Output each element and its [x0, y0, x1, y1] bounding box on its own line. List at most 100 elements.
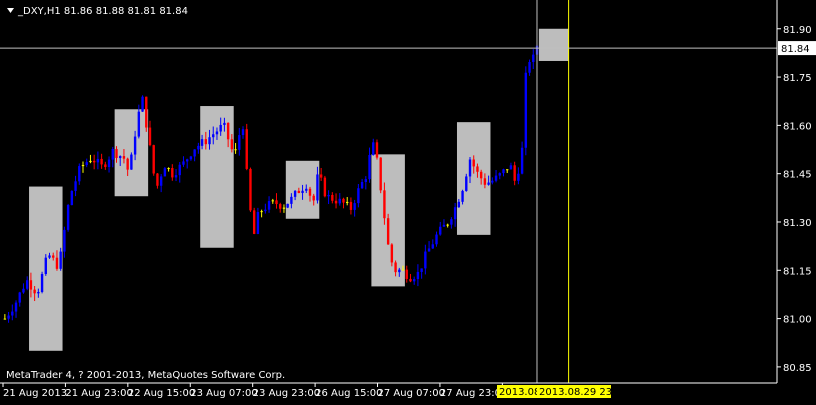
candle-body	[104, 164, 107, 168]
candle-body	[234, 149, 237, 151]
candle-body	[63, 229, 66, 252]
y-tick-label: 81.30	[783, 218, 812, 229]
candle-body	[312, 195, 315, 201]
candle-body	[487, 182, 490, 185]
candle-body	[159, 176, 163, 186]
candle-body	[308, 188, 312, 196]
candle-body	[297, 190, 301, 193]
candle-body	[316, 174, 319, 201]
candle-body	[476, 166, 479, 172]
candle-body	[442, 224, 446, 227]
candle-body	[513, 165, 516, 181]
candle-body	[461, 190, 464, 202]
candle-body	[520, 147, 524, 174]
candle-body	[171, 168, 174, 178]
candle-body	[141, 96, 144, 112]
x-tick-label: 26 Aug 15:00	[315, 388, 382, 399]
candle-body	[156, 173, 159, 186]
candle	[323, 175, 327, 198]
y-tick-label: 81.45	[783, 170, 812, 181]
candle-body	[532, 54, 535, 63]
candle-body	[293, 190, 297, 197]
current-price-label: 81.84	[781, 44, 810, 55]
candle-body	[37, 291, 40, 294]
candle-body	[394, 262, 397, 273]
candle-body	[215, 131, 219, 135]
candle-body	[267, 201, 271, 210]
candle	[66, 203, 70, 232]
x-tick-label: 21 Aug 2013	[3, 388, 67, 399]
candle-body	[305, 188, 308, 191]
candle-body	[74, 181, 77, 191]
crosshair-time-label: 2013.08.29 23:00	[539, 387, 628, 398]
candle-body	[29, 280, 33, 290]
y-tick-label: 81.00	[783, 315, 812, 326]
cut-time-label: 2013.08	[499, 387, 540, 398]
candle-body	[212, 134, 215, 138]
candle-body	[145, 96, 148, 128]
candle	[130, 152, 133, 170]
candle-body	[386, 218, 390, 245]
candle-body	[133, 136, 137, 155]
candle	[379, 157, 382, 194]
candle	[524, 66, 528, 156]
candle-body	[472, 159, 475, 167]
candle-body	[178, 164, 181, 176]
candle-body	[275, 200, 278, 205]
candle-body	[126, 158, 129, 170]
candle-body	[189, 156, 193, 160]
candle-body	[331, 194, 334, 201]
candle-body	[59, 251, 62, 269]
candle-body	[107, 159, 111, 168]
candle-body	[245, 129, 248, 169]
candle-body	[11, 311, 14, 316]
candle	[141, 95, 144, 112]
candle-body	[81, 165, 85, 167]
candle-body	[78, 166, 81, 182]
candle-body	[398, 269, 401, 273]
candle-body	[100, 158, 103, 165]
candle-body	[353, 203, 356, 210]
candle-body	[450, 219, 453, 225]
symbol-header: _DXY,H1 81.86 81.88 81.81 81.84	[17, 6, 188, 17]
candle-body	[33, 289, 36, 294]
candle-body	[431, 244, 434, 249]
candle-body	[137, 111, 141, 137]
candle-body	[457, 201, 461, 208]
candle-body	[319, 174, 323, 178]
y-tick-label: 81.90	[783, 25, 812, 36]
candle	[465, 173, 468, 192]
y-tick-label: 81.15	[783, 266, 812, 277]
candle-body	[517, 173, 520, 181]
candle-body	[148, 127, 152, 146]
candle-body	[416, 271, 420, 280]
candle-body	[342, 198, 345, 203]
candle-body	[167, 168, 170, 170]
candle-body	[115, 149, 118, 159]
candle-body	[334, 200, 338, 204]
candle-body	[70, 190, 74, 206]
candle-body	[130, 154, 133, 170]
candle-body	[40, 274, 44, 292]
candle-body	[383, 190, 386, 219]
candle-body	[85, 162, 88, 166]
candle-body	[185, 159, 189, 162]
candle-body	[446, 224, 449, 226]
candle-body	[252, 210, 256, 234]
candle-body	[357, 188, 360, 204]
candle-body	[223, 122, 226, 125]
y-tick-label: 81.60	[783, 121, 812, 132]
candle-body	[390, 244, 394, 263]
candle-body	[338, 198, 341, 204]
candle-body	[22, 288, 25, 293]
candle-body	[219, 124, 222, 132]
candle-body	[412, 279, 416, 282]
candle-body	[528, 62, 531, 73]
candle-body	[163, 168, 167, 177]
chart-svg[interactable]: 81.90 81.75 81.60 81.45 81.30 81.15 81.00 80.85…	[0, 0, 816, 401]
candle-body	[241, 129, 245, 136]
candle-body	[111, 149, 114, 160]
candle-body	[89, 160, 92, 163]
price-chart[interactable]: 81.90 81.75 81.60 81.45 81.30 81.15 81.00 80.85…	[0, 0, 816, 401]
candle	[163, 166, 167, 177]
